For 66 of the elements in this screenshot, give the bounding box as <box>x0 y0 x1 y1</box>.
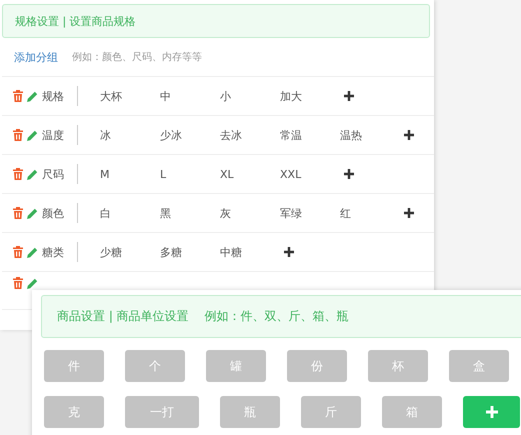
spec-value: 少冰 <box>160 128 183 142</box>
add-value-button[interactable] <box>402 206 416 220</box>
pencil-icon[interactable] <box>27 90 38 102</box>
unit-button[interactable]: 克 <box>44 396 104 428</box>
unit-hint: 例如：件、双、斤、箱、瓶 <box>204 308 349 325</box>
add-value-button[interactable] <box>342 167 356 181</box>
add-group-hint: 例如：颜色、尺码、内存等等 <box>72 50 202 64</box>
spec-title: 规格设置 | 设置商品规格 <box>15 14 136 28</box>
spec-value: 加大 <box>280 88 303 104</box>
spec-value: M <box>100 168 110 180</box>
pencil-icon[interactable] <box>27 278 38 288</box>
spec-value: L <box>160 168 168 180</box>
trash-icon[interactable] <box>13 207 23 219</box>
group-name: 规格 <box>42 88 64 104</box>
group-name: 颜色 <box>42 206 64 220</box>
unit-button[interactable]: 件 <box>44 350 104 382</box>
spec-value: 去冰 <box>220 128 243 142</box>
spec-value: 中 <box>160 88 172 104</box>
trash-icon[interactable] <box>13 129 23 141</box>
plus-icon <box>404 208 414 218</box>
trash-icon[interactable] <box>13 90 23 102</box>
unit-button[interactable]: 瓶 <box>220 396 280 428</box>
group-name: 尺码 <box>42 166 64 182</box>
spec-value: 少糖 <box>100 244 123 260</box>
unit-button[interactable]: 杯 <box>368 350 428 382</box>
trash-icon[interactable] <box>13 277 23 289</box>
unit-button[interactable]: 斤 <box>301 396 361 428</box>
pencil-icon[interactable] <box>27 168 38 180</box>
spec-value: 多糖 <box>160 244 183 260</box>
spec-value: 白 <box>100 206 112 220</box>
spec-value: XL <box>220 168 235 180</box>
unit-button[interactable]: 箱 <box>382 396 442 428</box>
spec-value: XXL <box>280 168 302 180</box>
unit-title: 商品设置 | 商品单位设置 <box>57 308 189 325</box>
unit-button[interactable]: 盒 <box>449 350 509 382</box>
plus-icon <box>404 130 414 140</box>
spec-value: 常温 <box>280 128 303 142</box>
spec-value: 红 <box>340 206 352 220</box>
spec-value: 冰 <box>100 128 112 142</box>
unit-button[interactable]: 份 <box>287 350 347 382</box>
plus-icon <box>284 247 294 257</box>
add-value-button[interactable] <box>402 128 416 142</box>
pencil-icon[interactable] <box>27 208 38 218</box>
plus-icon <box>344 169 354 179</box>
trash-icon[interactable] <box>13 168 23 180</box>
spec-value: 温热 <box>340 128 363 142</box>
group-name: 糖类 <box>42 244 64 260</box>
spec-value: 灰 <box>220 206 232 220</box>
unit-button[interactable]: 个 <box>125 350 185 382</box>
spec-value: 黑 <box>160 206 172 220</box>
trash-icon[interactable] <box>13 246 23 258</box>
pencil-icon[interactable] <box>27 130 38 140</box>
add-unit-button[interactable] <box>463 396 520 428</box>
spec-value: 军绿 <box>280 206 303 220</box>
plus-icon <box>486 406 498 418</box>
group-name: 温度 <box>42 128 64 142</box>
plus-icon <box>344 91 354 101</box>
spec-value: 中糖 <box>220 244 243 260</box>
add-group-link[interactable]: 添加分组 <box>14 50 58 64</box>
add-value-button[interactable] <box>282 245 296 259</box>
pencil-icon[interactable] <box>27 246 38 258</box>
unit-button[interactable]: 一打 <box>125 396 199 428</box>
add-value-button[interactable] <box>342 89 356 103</box>
unit-button[interactable]: 罐 <box>206 350 266 382</box>
spec-value: 大杯 <box>100 88 123 104</box>
spec-value: 小 <box>220 88 232 104</box>
